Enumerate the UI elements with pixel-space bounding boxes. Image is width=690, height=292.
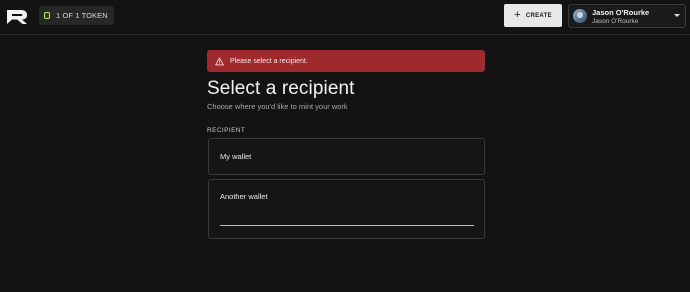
warning-icon (215, 56, 224, 65)
chevron-down-icon (674, 14, 680, 17)
user-name: Jason O'Rourke (592, 8, 650, 17)
another-wallet-option[interactable]: Another wallet (208, 179, 485, 239)
create-button[interactable]: + CREATE (504, 4, 562, 27)
recipient-section-label: RECIPIENT (207, 127, 246, 134)
token-badge-label: 1 OF 1 TOKEN (56, 11, 108, 20)
token-badge: 1 OF 1 TOKEN (39, 6, 114, 25)
page-title: Select a recipient (207, 78, 355, 99)
alert-message: Please select a recipient. (230, 57, 308, 65)
user-menu[interactable]: Jason O'Rourke Jason O'Rourke (568, 4, 686, 28)
token-icon (44, 12, 50, 19)
create-button-label: CREATE (525, 12, 552, 19)
error-alert: Please select a recipient. (207, 50, 485, 72)
page-subtitle: Choose where you'd like to mint your wor… (207, 102, 348, 111)
plus-icon: + (514, 8, 521, 21)
top-bar: 1 OF 1 TOKEN + CREATE Jason O'Rourke Jas… (0, 0, 690, 35)
another-wallet-label: Another wallet (220, 192, 268, 201)
my-wallet-label: My wallet (220, 152, 252, 161)
user-handle: Jason O'Rourke (592, 18, 639, 25)
my-wallet-option[interactable]: My wallet (208, 138, 485, 175)
brand-logo-icon[interactable] (6, 9, 28, 25)
wallet-address-input[interactable] (220, 212, 474, 226)
avatar (573, 9, 587, 23)
